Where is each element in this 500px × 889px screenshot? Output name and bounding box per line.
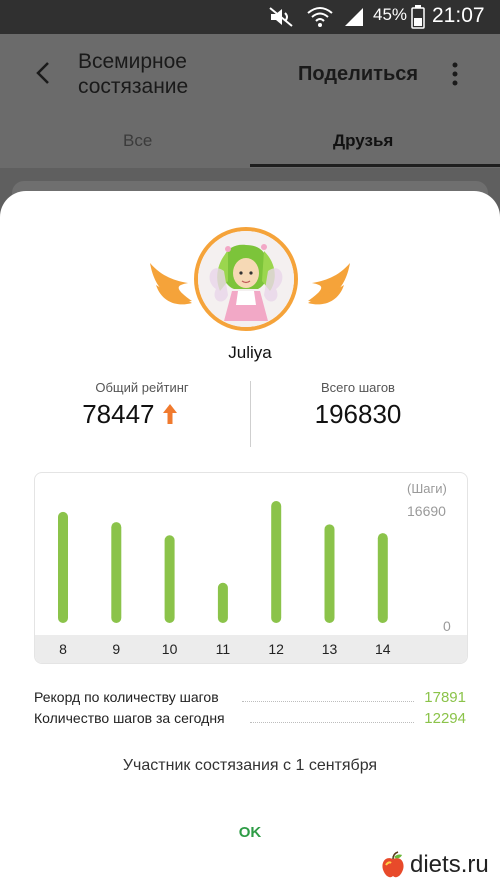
chart-bar-9 [111, 522, 122, 623]
chart-unit-label: (Шаги) [407, 481, 447, 496]
avatar[interactable] [194, 227, 298, 331]
chart-min-label: 0 [443, 618, 451, 634]
chart-max-label: 16690 [407, 503, 446, 519]
apple-logo-icon [382, 851, 404, 878]
ok-button[interactable]: OK [230, 824, 270, 841]
status-bar: 45% 21:07 [0, 0, 500, 34]
mute-icon [269, 7, 293, 27]
battery-icon [411, 5, 425, 29]
page-title: Всемирное состязание [78, 50, 189, 98]
signal-icon [345, 8, 363, 26]
chart-bar-8 [58, 511, 68, 623]
rating-value-wrap: 78447 [30, 399, 230, 430]
chart-bar-14 [377, 533, 388, 623]
avatar-image [198, 231, 294, 327]
today-value: 12294 [424, 710, 466, 727]
rating-label: Общий рейтинг [95, 380, 189, 395]
total-steps-label: Всего шагов [321, 380, 395, 395]
wifi-icon [307, 7, 333, 27]
stats-divider [250, 381, 251, 447]
member-since-text: Участник состязания с 1 сентября [122, 757, 378, 774]
battery-percent: 45% [373, 5, 408, 24]
record-value: 17891 [424, 689, 466, 706]
watermark: diets.ru [380, 851, 489, 881]
rating-value: 78447 [82, 399, 155, 429]
profile-dialog: Juliya Общий рейтинг 78447 Всего шагов 1… [0, 191, 500, 889]
chart-x-tick-12: 12 [268, 641, 284, 657]
chart-bar-13 [324, 524, 335, 623]
more-vert-icon[interactable] [445, 59, 465, 89]
back-arrow-icon[interactable] [30, 58, 60, 88]
tab-friends[interactable]: Друзья [333, 131, 393, 151]
tab-bar: Все Друзья [0, 114, 500, 168]
left-wing-icon [150, 263, 192, 305]
chart-x-tick-14: 14 [375, 641, 391, 657]
chart-x-axis [35, 635, 467, 663]
share-button[interactable]: Поделиться [298, 63, 418, 86]
stats-row: Общий рейтинг 78447 Всего шагов 196830 [0, 379, 500, 449]
chart-bar-12 [271, 501, 282, 623]
chart-x-tick-8: 8 [59, 641, 67, 657]
chart-x-tick-13: 13 [321, 641, 338, 657]
record-label: Рекорд по количеству шагов [34, 689, 219, 705]
app-bar: Всемирное состязание Поделиться [0, 34, 500, 114]
record-dots [242, 700, 414, 702]
username: Juliya [228, 343, 272, 362]
today-dots [250, 721, 414, 723]
steps-chart: (Шаги) 16690 0 8 9 10 11 12 13 14 [34, 472, 468, 664]
chart-x-tick-10: 10 [161, 641, 178, 657]
record-row: Рекорд по количеству шагов 17891 [34, 689, 466, 709]
chart-bar-11 [217, 582, 228, 623]
avatar-section [0, 191, 500, 361]
today-label: Количество шагов за сегодня [34, 710, 225, 726]
total-steps-value: 196830 [314, 399, 402, 429]
chart-bar-10 [164, 535, 175, 623]
clock: 21:07 [432, 4, 485, 27]
tab-all[interactable]: Все [123, 131, 152, 151]
steps-chart-plot [58, 501, 388, 623]
today-row: Количество шагов за сегодня 12294 [34, 710, 466, 730]
right-wing-icon [308, 263, 350, 305]
chart-x-tick-9: 9 [112, 641, 121, 657]
chart-x-tick-11: 11 [215, 641, 231, 657]
tab-selected-indicator [250, 164, 500, 167]
rating-up-arrow-icon [162, 404, 177, 424]
watermark-text: diets.ru [410, 851, 489, 878]
